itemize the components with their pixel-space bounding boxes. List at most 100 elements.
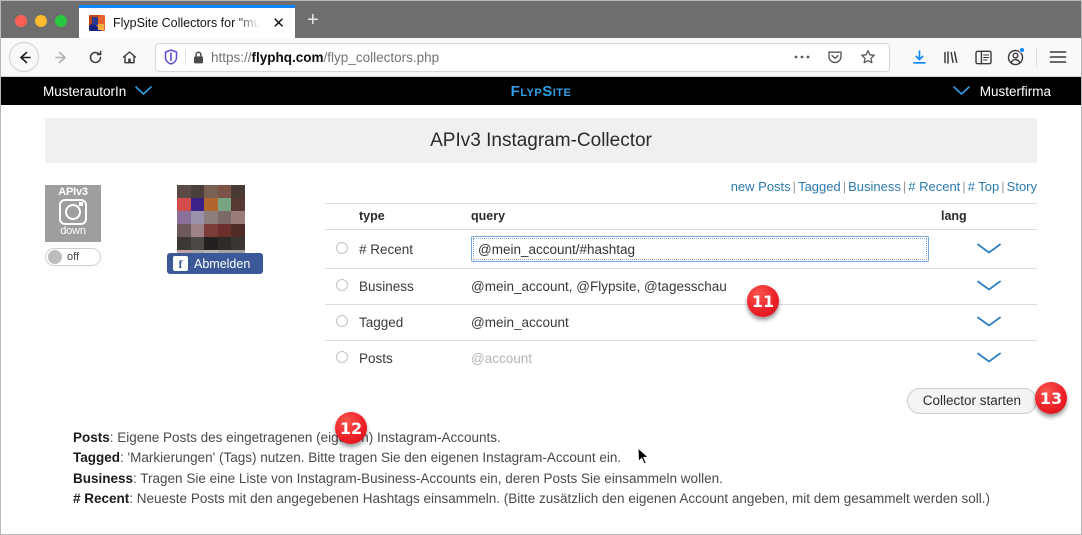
column-header-select <box>325 203 359 230</box>
chevron-down-icon[interactable] <box>975 276 1003 297</box>
query-value-posts[interactable]: @account <box>471 351 532 366</box>
separator: | <box>842 179 847 194</box>
org-menu[interactable]: Musterfirma <box>952 84 1081 99</box>
row-radio-cell[interactable] <box>325 304 359 341</box>
back-button[interactable] <box>9 42 39 72</box>
tab-strip: FlypSite Collectors for "musterf ✕ + <box>1 1 1081 38</box>
chevron-down-icon[interactable] <box>975 312 1003 333</box>
link-story[interactable]: Story <box>1007 179 1037 194</box>
note-text-posts: : Eigene Posts des eingetragenen (eigene… <box>109 429 501 445</box>
ellipsis-icon[interactable] <box>789 54 815 60</box>
separator: | <box>1001 179 1005 194</box>
api-status-badge: APIv3 down <box>45 185 101 242</box>
account-icon[interactable] <box>1000 42 1030 72</box>
row-type-recent: # Recent <box>359 229 471 269</box>
forward-button[interactable] <box>45 41 77 73</box>
tab-title: FlypSite Collectors for "musterf <box>113 16 261 30</box>
url-scheme: https:// <box>211 49 252 65</box>
api-status-panel: APIv3 down off <box>45 179 167 414</box>
address-bar[interactable]: https://flyphq.com/flyp_collectors.php <box>155 42 890 72</box>
query-value-tagged[interactable]: @mein_account <box>471 315 569 330</box>
note-term-business: Business <box>73 470 134 486</box>
api-toggle-switch[interactable]: off <box>45 248 101 266</box>
note-text-business: : Tragen Sie eine Liste von Instagram-Bu… <box>133 470 723 486</box>
table-row: Business @mein_account, @Flypsite, @tage… <box>325 268 1037 305</box>
url-text[interactable]: https://flyphq.com/flyp_collectors.php <box>211 50 782 65</box>
row-radio-cell[interactable] <box>325 229 359 269</box>
radio-button-business[interactable] <box>336 279 348 291</box>
toggle-knob <box>48 250 62 264</box>
note-recent: # Recent: Neueste Posts mit den angegebe… <box>73 489 1037 510</box>
user-menu[interactable]: MusterautorIn <box>1 84 153 99</box>
column-header-type: type <box>359 203 471 230</box>
row-lang-cell[interactable] <box>941 341 1037 377</box>
page-title: APIv3 Instagram-Collector <box>45 118 1037 163</box>
row-query-cell[interactable] <box>471 229 941 269</box>
separator: | <box>792 179 797 194</box>
radio-button-recent[interactable] <box>336 241 348 254</box>
row-radio-cell[interactable] <box>325 268 359 305</box>
minimize-window-button[interactable] <box>35 15 47 27</box>
hamburger-menu-icon[interactable] <box>1043 42 1073 72</box>
home-button[interactable] <box>113 41 145 73</box>
toolbar-icons <box>900 42 1073 72</box>
reload-button[interactable] <box>79 41 111 73</box>
row-query-cell[interactable]: @mein_account, @Flypsite, @tagesschau <box>471 268 941 305</box>
row-lang-cell[interactable] <box>941 229 1037 269</box>
separator: | <box>962 179 966 194</box>
facebook-logout-label: Abmelden <box>194 256 251 271</box>
query-value-business[interactable]: @mein_account, @Flypsite, @tagesschau <box>471 279 727 294</box>
mouse-cursor <box>637 446 650 471</box>
maximize-window-button[interactable] <box>55 15 67 27</box>
column-header-query: query <box>471 203 941 230</box>
row-lang-cell[interactable] <box>941 268 1037 305</box>
download-icon[interactable] <box>904 42 934 72</box>
link-business[interactable]: Business <box>848 179 901 194</box>
link-tagged[interactable]: Tagged <box>798 179 841 194</box>
sidebar-icon[interactable] <box>968 42 998 72</box>
row-query-cell[interactable]: @mein_account <box>471 304 941 341</box>
chevron-down-icon[interactable] <box>134 84 153 99</box>
library-icon[interactable] <box>936 42 966 72</box>
collector-type-links: new Posts | Tagged | Business | # Recent | # Top… <box>325 179 1037 203</box>
note-term-tagged: Tagged <box>73 450 120 466</box>
facebook-logout-button[interactable]: f Abmelden <box>167 253 263 274</box>
browser-window: FlypSite Collectors for "musterf ✕ + <box>0 0 1082 535</box>
link-top[interactable]: # Top <box>968 179 1000 194</box>
close-icon[interactable]: ✕ <box>268 14 289 33</box>
actions-row: Collector starten <box>325 377 1037 414</box>
browser-tab[interactable]: FlypSite Collectors for "musterf ✕ <box>79 5 295 38</box>
instagram-icon <box>59 199 87 225</box>
query-input-recent[interactable] <box>471 236 929 262</box>
start-collector-button[interactable]: Collector starten <box>906 387 1037 414</box>
help-notes: Posts: Eigene Posts des eingetragenen (e… <box>1 414 1081 510</box>
link-new-posts[interactable]: new Posts <box>731 179 791 194</box>
site-top-bar: MusterautorIn FlypSite Musterfirma <box>1 77 1081 105</box>
close-window-button[interactable] <box>15 15 27 27</box>
row-type-posts: Posts <box>359 351 393 367</box>
row-radio-cell[interactable] <box>325 341 359 377</box>
user-avatar-thumbnail <box>177 185 245 263</box>
annotation-marker-11: 11 <box>747 285 779 317</box>
toggle-label: off <box>67 251 80 263</box>
account-panel: f Abmelden <box>167 179 297 414</box>
star-icon[interactable] <box>855 49 881 65</box>
radio-button-posts[interactable] <box>336 351 348 364</box>
chevron-down-icon[interactable] <box>952 84 971 99</box>
chevron-down-icon[interactable] <box>975 348 1003 369</box>
shield-icon[interactable] <box>164 49 178 65</box>
row-query-cell[interactable]: @account <box>471 341 941 377</box>
note-business: Business: Tragen Sie eine Liste von Inst… <box>73 469 1037 490</box>
chevron-down-icon[interactable] <box>975 239 1003 260</box>
link-recent[interactable]: # Recent <box>908 179 960 194</box>
new-tab-button[interactable]: + <box>295 9 331 38</box>
divider <box>185 49 186 65</box>
navigation-toolbar: https://flyphq.com/flyp_collectors.php <box>1 38 1081 77</box>
annotation-marker-13: 13 <box>1035 382 1067 414</box>
row-type-business: Business <box>359 268 471 305</box>
lock-icon[interactable] <box>193 51 204 64</box>
table-row: Tagged @mein_account <box>325 304 1037 341</box>
pocket-icon[interactable] <box>822 49 848 65</box>
row-lang-cell[interactable] <box>941 304 1037 341</box>
radio-button-tagged[interactable] <box>336 315 348 327</box>
